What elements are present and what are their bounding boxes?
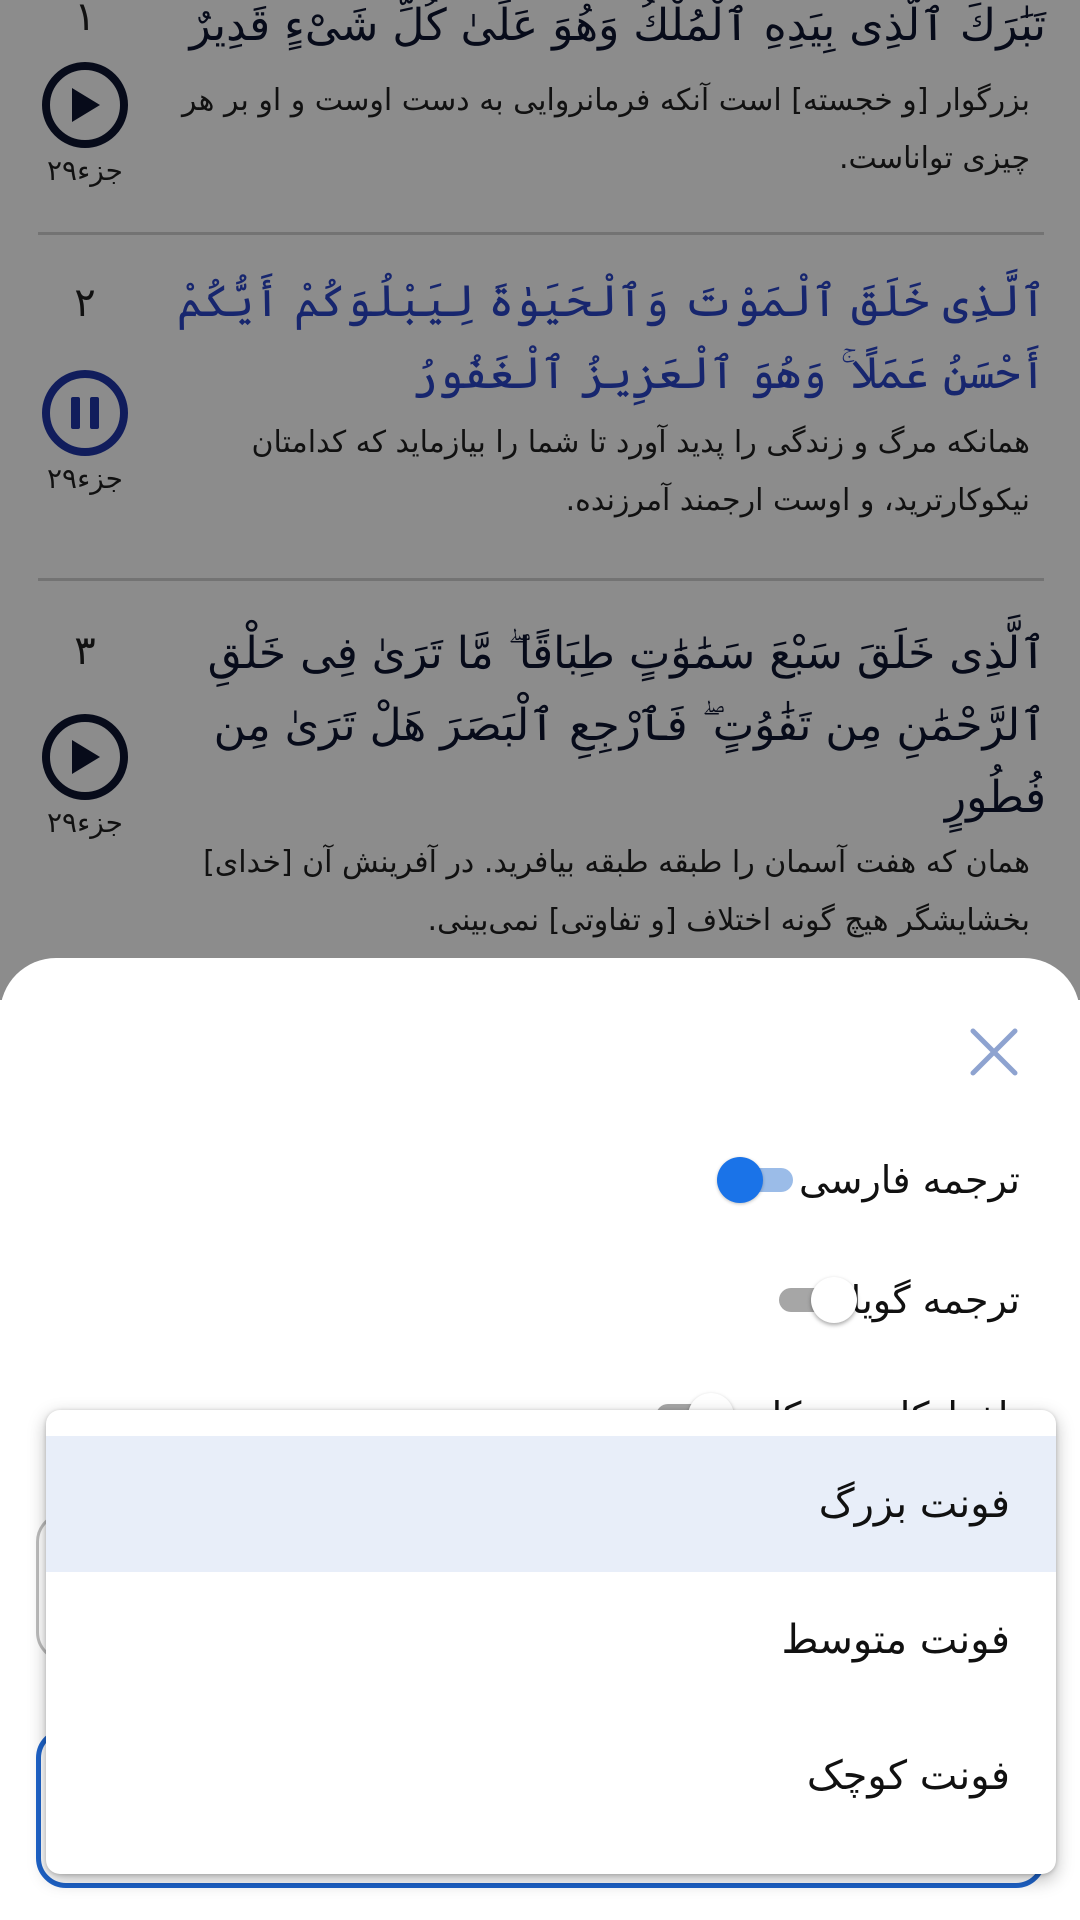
scrim-overlay[interactable] (0, 0, 1080, 1000)
menu-item-font-medium[interactable]: فونت متوسط (46, 1572, 1056, 1708)
toggle-label: ترجمه گویا (850, 1278, 1020, 1322)
switch-thumb (716, 1157, 763, 1203)
close-icon (970, 1028, 1018, 1076)
toggle-label: ترجمه فارسی (798, 1158, 1020, 1202)
toggle-row-persian-translation[interactable]: ترجمه فارسی (709, 1156, 1020, 1204)
persian-translation-switch[interactable] (716, 1156, 799, 1204)
verse-list: ١ جزء۲۹ تَبَٰرَكَ ٱلَّذِى بِيَدِهِ ٱلْمُ… (0, 0, 1080, 1000)
audio-translation-switch[interactable] (775, 1276, 857, 1324)
menu-item-font-small[interactable]: فونت کوچک (46, 1708, 1056, 1844)
toggle-row-audio-translation[interactable]: ترجمه گویا (761, 1276, 1020, 1324)
font-size-menu: فونت بزرگ فونت متوسط فونت کوچک (46, 1410, 1056, 1874)
menu-item-font-large[interactable]: فونت بزرگ (46, 1436, 1056, 1572)
close-button[interactable] (966, 1024, 1022, 1080)
switch-thumb (810, 1277, 857, 1323)
